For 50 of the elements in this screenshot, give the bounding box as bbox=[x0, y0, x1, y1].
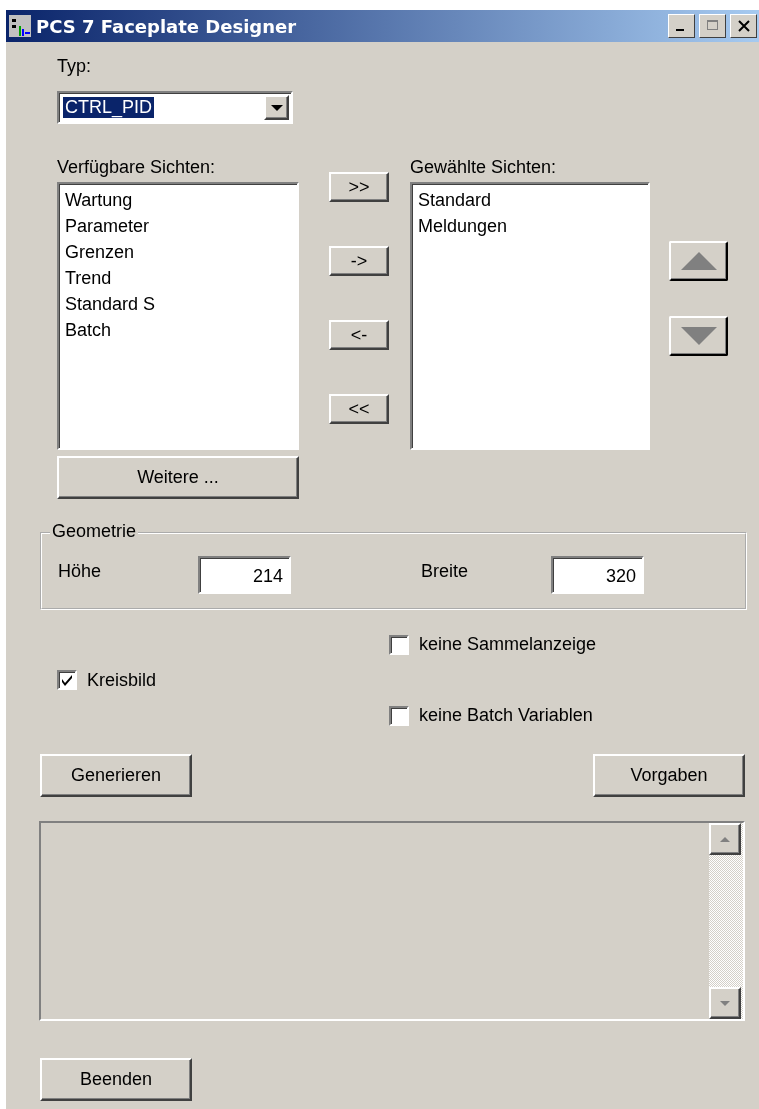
maximize-icon bbox=[705, 19, 720, 33]
number-field[interactable]: 214 bbox=[198, 556, 291, 594]
field-label: Höhe bbox=[58, 560, 103, 582]
action-button[interactable]: Vorgaben bbox=[593, 754, 745, 797]
window-title: PCS 7 Faceplate Designer bbox=[36, 15, 298, 37]
field-label: Breite bbox=[421, 560, 470, 582]
type-label: Typ: bbox=[57, 56, 91, 77]
list-item[interactable]: Trend bbox=[65, 265, 291, 291]
app-icon bbox=[8, 14, 32, 38]
list-item[interactable]: Grenzen bbox=[65, 239, 291, 265]
down-triangle-icon bbox=[680, 327, 717, 345]
minimize-button[interactable] bbox=[668, 14, 695, 38]
transfer-button[interactable]: << bbox=[329, 394, 389, 424]
move-down-button[interactable] bbox=[669, 316, 728, 356]
list-item[interactable]: Wartung bbox=[65, 187, 291, 213]
number-field[interactable]: 320 bbox=[551, 556, 644, 594]
transfer-button[interactable]: -> bbox=[329, 246, 389, 276]
more-button[interactable]: Weitere ... bbox=[57, 456, 299, 499]
scroll-down-button[interactable] bbox=[709, 987, 741, 1019]
close-icon bbox=[736, 19, 751, 33]
minimize-icon bbox=[675, 29, 684, 31]
list-item[interactable]: Batch bbox=[65, 317, 291, 343]
move-up-button[interactable] bbox=[669, 241, 728, 281]
caret-icon bbox=[270, 104, 283, 111]
checkbox[interactable] bbox=[57, 670, 77, 690]
exit-button[interactable]: Beenden bbox=[40, 1058, 192, 1101]
checkbox[interactable] bbox=[389, 705, 409, 726]
list-item[interactable]: Meldungen bbox=[418, 213, 642, 239]
type-dropdown[interactable]: CTRL_PID bbox=[57, 91, 293, 124]
scrollbar[interactable] bbox=[709, 823, 743, 1019]
scroll-up-button[interactable] bbox=[709, 823, 741, 855]
action-button[interactable]: Generieren bbox=[40, 754, 192, 797]
list-item[interactable]: Standard bbox=[418, 187, 642, 213]
list-item[interactable]: Parameter bbox=[65, 213, 291, 239]
option-checkbox-label[interactable]: Kreisbild bbox=[57, 669, 389, 691]
list-item[interactable]: Standard S bbox=[65, 291, 291, 317]
dropdown-button[interactable] bbox=[264, 95, 289, 120]
option-checkbox-label[interactable]: keine Batch Variablen bbox=[389, 705, 759, 726]
up-triangle-icon bbox=[720, 836, 730, 842]
selected-views-label: Gewählte Sichten: bbox=[410, 157, 557, 177]
available-views-label: Verfügbare Sichten: bbox=[57, 157, 216, 177]
option-checkbox-label[interactable]: keine Sammelanzeige bbox=[389, 634, 759, 655]
maximize-button[interactable] bbox=[699, 14, 726, 38]
checkmark-icon bbox=[60, 673, 74, 687]
checkbox[interactable] bbox=[389, 634, 409, 655]
close-button[interactable] bbox=[730, 14, 757, 38]
down-triangle-icon bbox=[720, 1000, 730, 1006]
transfer-button[interactable]: <- bbox=[329, 320, 389, 350]
up-triangle-icon bbox=[680, 252, 717, 270]
transfer-button[interactable]: >> bbox=[329, 172, 389, 202]
